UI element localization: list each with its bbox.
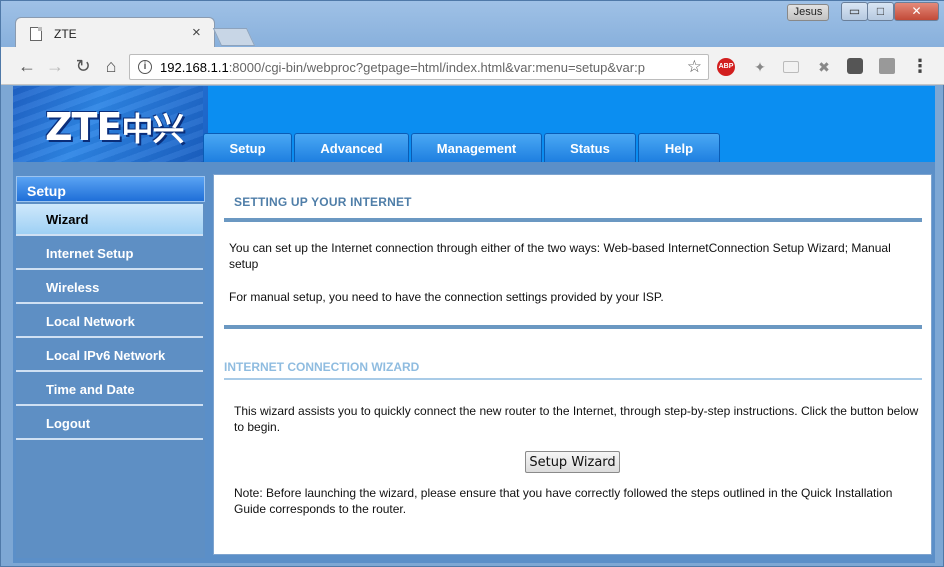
minimize-button[interactable]: ▭ (841, 2, 868, 21)
section-divider (224, 325, 922, 329)
dropbox-icon[interactable]: ✦ (751, 58, 769, 76)
maximize-button[interactable]: □ (867, 2, 894, 21)
tab-status[interactable]: Status (544, 133, 636, 162)
address-bar[interactable]: i 192.168.1.1:8000/cgi-bin/webproc?getpa… (129, 54, 709, 80)
logo-area: ZTE中兴 (13, 86, 208, 162)
close-window-button[interactable]: ✕ (894, 2, 939, 21)
tab-close-icon[interactable]: × (192, 24, 201, 41)
wizard-intro-text: This wizard assists you to quickly conne… (234, 404, 919, 434)
extension-x-icon[interactable]: ✖ (815, 58, 833, 76)
browser-toolbar: ← → ↻ ⌂ i 192.168.1.1:8000/cgi-bin/webpr… (1, 47, 944, 85)
sidebar-item-time-and-date[interactable]: Time and Date (16, 374, 203, 406)
new-tab-button[interactable] (212, 28, 256, 46)
tab-management[interactable]: Management (411, 133, 542, 162)
logo-latin: ZTE (45, 105, 122, 149)
wizard-note-text: Note: Before launching the wizard, pleas… (234, 486, 893, 516)
minimize-icon: ▭ (848, 4, 861, 18)
reload-icon[interactable]: ↻ (73, 56, 93, 76)
back-arrow-icon[interactable]: ← (17, 56, 37, 76)
profile-badge[interactable]: Jesus (787, 4, 829, 21)
router-page: ZTE中兴 Setup Advanced Management Status H… (13, 86, 935, 563)
url-path: :8000/cgi-bin/webproc?getpage=html/index… (228, 60, 645, 75)
tab-title: ZTE (54, 27, 77, 41)
setup-intro-text: You can set up the Internet connection t… (229, 241, 891, 271)
sidebar-item-wizard[interactable]: Wizard (16, 204, 203, 236)
url-host: 192.168.1.1 (160, 60, 229, 75)
manual-setup-text: For manual setup, you need to have the c… (229, 290, 664, 304)
setup-wizard-button[interactable]: Setup Wizard (525, 451, 620, 473)
browser-window: ZTE × Jesus ▭ □ ✕ ← → ↻ ⌂ i 192.168.1.1:… (0, 0, 944, 567)
sidebar-item-logout[interactable]: Logout (16, 408, 203, 440)
bookmark-star-icon[interactable]: ☆ (687, 57, 702, 77)
zte-logo: ZTE中兴 (45, 104, 184, 150)
browser-menu-icon[interactable]: ⋮ (911, 56, 929, 76)
close-icon: ✕ (911, 4, 922, 18)
sidebar: Setup Wizard Internet Setup Wireless Loc… (16, 176, 205, 558)
home-icon[interactable]: ⌂ (101, 56, 121, 76)
sidebar-item-wireless[interactable]: Wireless (16, 272, 203, 304)
url-text[interactable]: 192.168.1.1:8000/cgi-bin/webproc?getpage… (160, 60, 670, 75)
sidebar-item-local-network[interactable]: Local Network (16, 306, 203, 338)
tab-help[interactable]: Help (638, 133, 720, 162)
sidebar-header: Setup (16, 176, 205, 202)
sidebar-item-internet-setup[interactable]: Internet Setup (16, 238, 203, 270)
page-favicon-icon (30, 27, 42, 41)
maximize-icon: □ (876, 4, 885, 18)
section-divider (224, 218, 922, 222)
forward-arrow-icon[interactable]: → (45, 56, 65, 76)
cast-icon[interactable] (783, 61, 799, 73)
pdf-extension-icon[interactable] (879, 58, 895, 74)
adblock-plus-icon[interactable]: ABP (717, 58, 735, 76)
tab-setup[interactable]: Setup (203, 133, 292, 162)
site-info-icon[interactable]: i (138, 60, 152, 74)
main-content: SETTING UP YOUR INTERNET You can set up … (213, 174, 932, 555)
logo-chinese: 中兴 (121, 110, 184, 148)
section-title-wizard: INTERNET CONNECTION WIZARD (224, 360, 420, 374)
tab-advanced[interactable]: Advanced (294, 133, 409, 162)
browser-tab[interactable]: ZTE × (15, 17, 215, 49)
title-bar: ZTE × Jesus ▭ □ ✕ (1, 1, 944, 49)
section-title-setting-up: SETTING UP YOUR INTERNET (234, 195, 412, 209)
shield-extension-icon[interactable] (847, 58, 863, 74)
header-banner: ZTE中兴 Setup Advanced Management Status H… (13, 86, 935, 162)
sidebar-item-local-ipv6-network[interactable]: Local IPv6 Network (16, 340, 203, 372)
section-divider-thin (224, 378, 922, 380)
